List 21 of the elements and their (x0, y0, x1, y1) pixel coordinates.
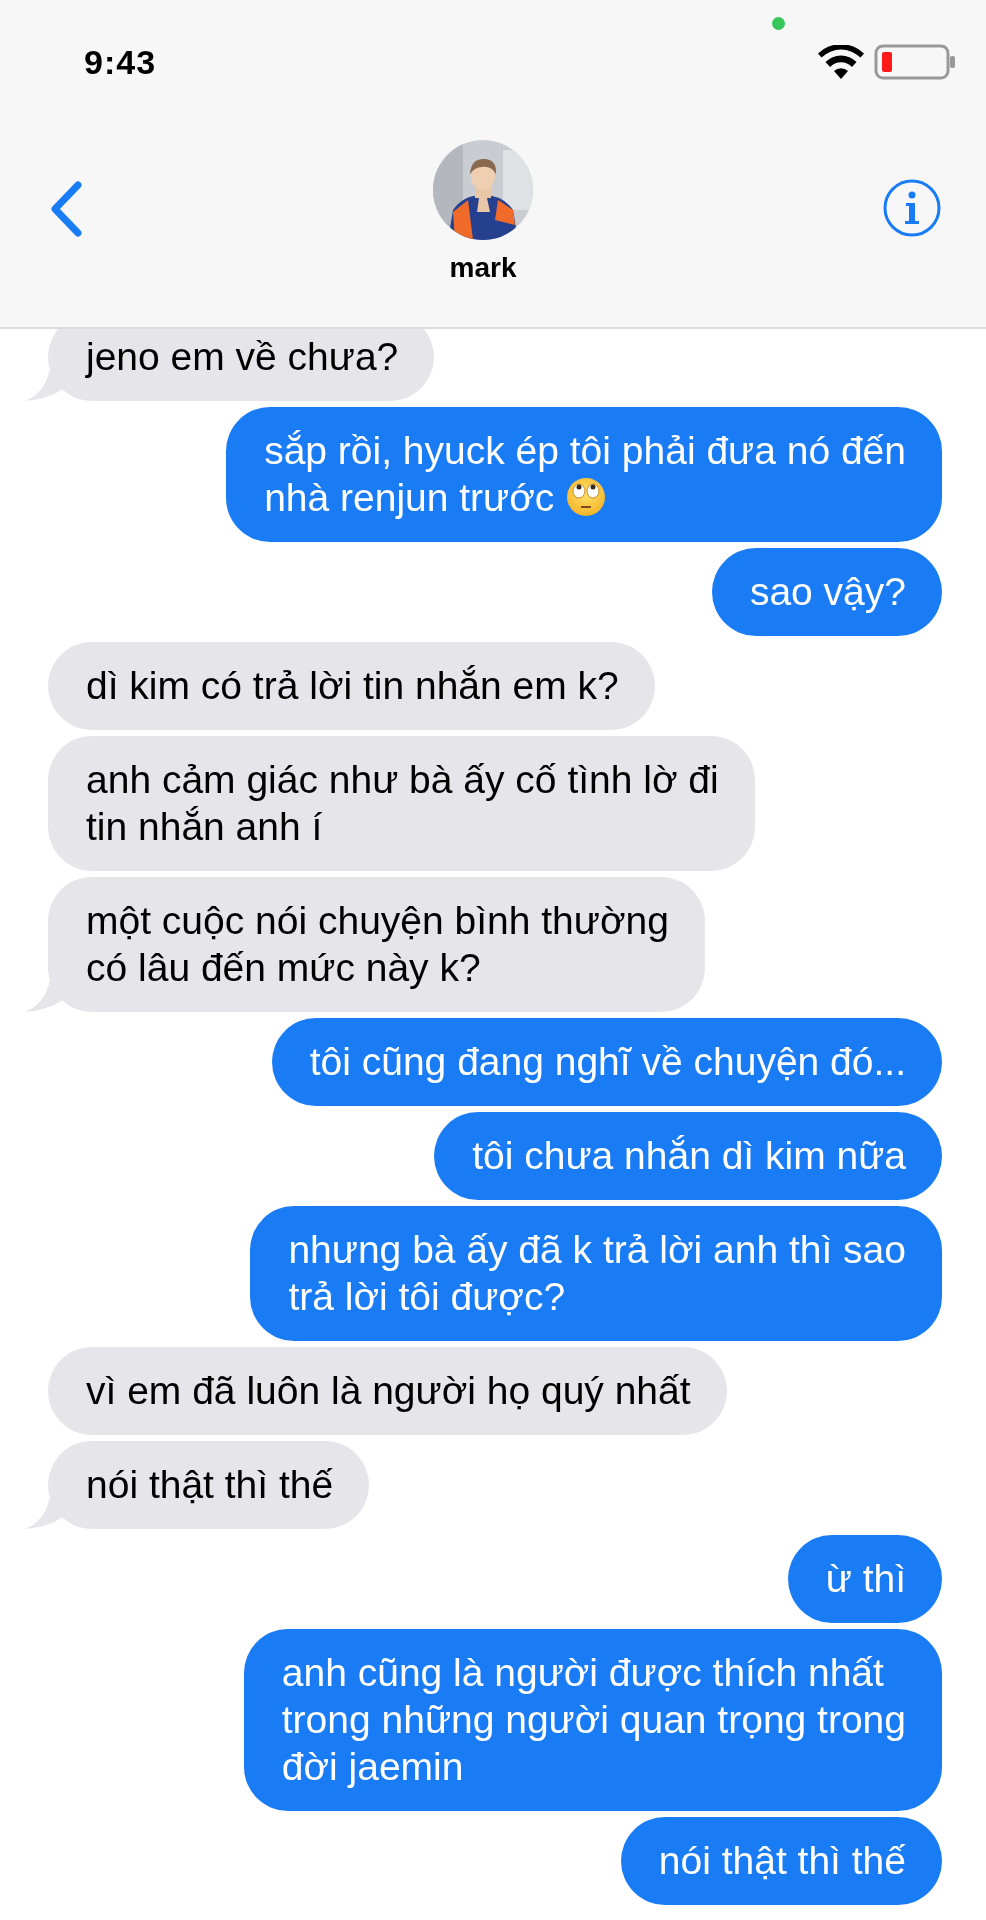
message-bubble: anh cảm giác như bà ấy cố tình lờ đi tin nhắn anh í (48, 736, 755, 871)
message-bubble: vì em đã luôn là người họ quý nhất (48, 1347, 727, 1435)
message-bubble: ừ thì (787, 1535, 942, 1623)
wifi-icon (818, 45, 864, 79)
eye-roll-emoji-icon (566, 477, 607, 517)
message-bubble: nhưng bà ấy đã k trả lời anh thì sao trả lời tôi được? (250, 1206, 942, 1341)
message-bubble: sao vậy? (711, 548, 942, 636)
message-bubble: dì kim có trả lời tin nhắn em k? (48, 642, 655, 730)
info-button[interactable] (882, 178, 942, 238)
message-bubble: tôi chưa nhắn dì kim nữa (434, 1112, 942, 1200)
clock-time: 9:43 (84, 42, 157, 82)
message-bubble: nói thật thì thế (620, 1817, 942, 1905)
message-bubble: jeno em về chưa? (48, 329, 435, 401)
back-button[interactable] (48, 180, 84, 238)
battery-icon (874, 44, 956, 80)
message-bubble: sắp rồi, hyuck ép tôi phải đưa nó đến nhà renjun trước (226, 407, 942, 542)
message-bubble: tôi cũng đang nghĩ về chuyện đó... (271, 1018, 942, 1106)
message-bubble: một cuộc nói chuyện bình thường có lâu đến mức này k? (48, 877, 705, 1012)
message-bubble: anh cũng là người được thích nhất trong những người quan trọng trong đời jaemin (243, 1629, 942, 1811)
contact-name[interactable]: mark (449, 252, 517, 284)
message-bubble: nói thật thì thế (48, 1441, 370, 1529)
